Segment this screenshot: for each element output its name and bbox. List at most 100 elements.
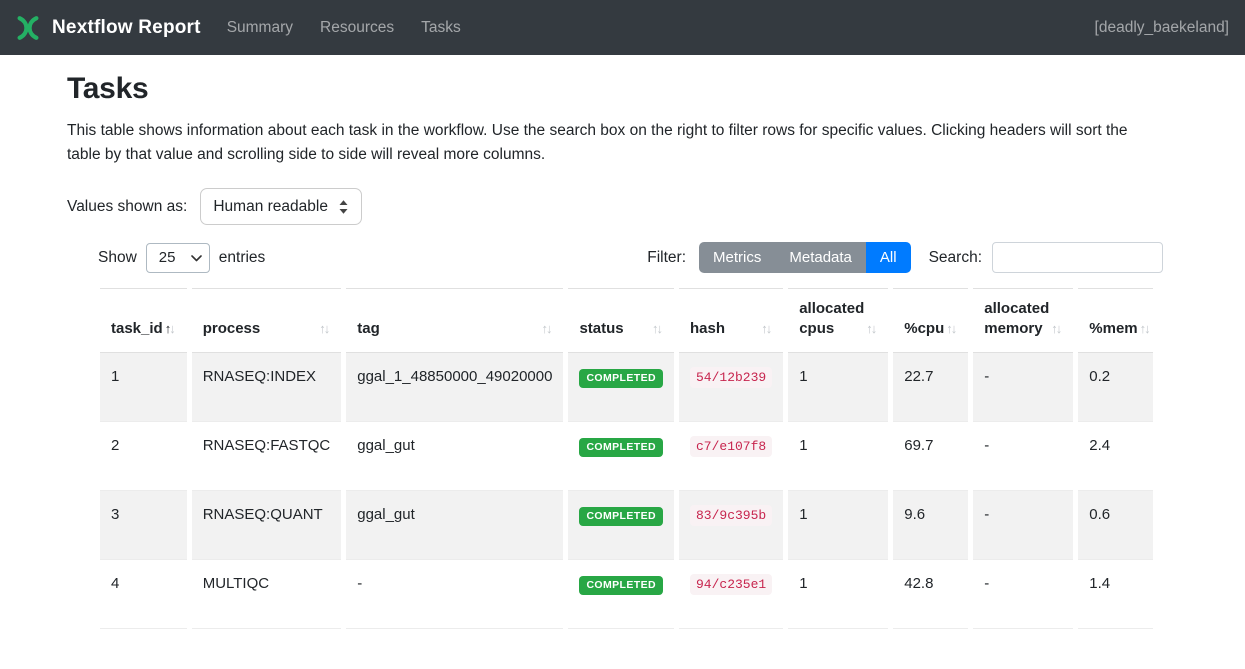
status-badge: COMPLETED — [579, 576, 663, 595]
column-header-process[interactable]: process↑↓ — [192, 288, 342, 353]
cell-tag: ggal_gut — [346, 422, 563, 491]
status-badge: COMPLETED — [579, 369, 663, 388]
cell-allocated_cpus: 1 — [788, 422, 888, 491]
cell-pmem: 0.6 — [1078, 491, 1153, 560]
cell-value: 2 — [111, 437, 119, 454]
cell-value: 9.6 — [904, 506, 925, 523]
table-row: 4MULTIQC-COMPLETED94/c235e1142.8-1.4571.… — [100, 560, 1153, 629]
filter-label: Filter: — [647, 249, 686, 267]
search-input[interactable] — [992, 242, 1163, 273]
chevron-down-icon — [191, 249, 202, 266]
filter-button-metadata[interactable]: Metadata — [775, 242, 866, 273]
cell-status: COMPLETED — [568, 491, 674, 560]
table-header-row: task_id↑↓process↑↓tag↑↓status↑↓hash↑↓all… — [100, 288, 1153, 353]
cell-allocated_cpus: 1 — [788, 560, 888, 629]
sort-icon: ↑↓ — [1051, 319, 1062, 339]
sort-icon: ↑↓ — [165, 319, 176, 339]
column-header-pcpu[interactable]: %cpu↑↓ — [893, 288, 968, 353]
hash-code: 54/12b239 — [690, 367, 772, 388]
table-row: 3 RNASEQ:QUANTggal_gut COMPLETED 83/9c395b 1… — [100, 491, 1153, 560]
cell-process: RNASEQ:FASTQC — [192, 422, 342, 491]
cell-allocated_cpus: 1 — [788, 353, 888, 422]
nav-item-tasks[interactable]: Tasks — [421, 19, 461, 37]
cell-value: 1 — [799, 506, 807, 523]
column-label: process — [203, 319, 261, 339]
nav-item-resources[interactable]: Resources — [320, 19, 394, 37]
cell-value: RNASEQ:INDEX — [203, 368, 316, 385]
cell-task_id: 1 — [100, 353, 187, 422]
cell-value: 0.2 — [1089, 368, 1110, 385]
cell-task_id: 2 — [100, 422, 187, 491]
column-header-allocated_cpus[interactable]: allocated cpus↑↓ — [788, 288, 888, 353]
cell-allocated_memory: - — [973, 491, 1073, 560]
column-header-task_id[interactable]: task_id↑↓ — [100, 288, 187, 353]
search-label: Search: — [929, 249, 982, 267]
column-label: status — [579, 319, 623, 339]
page-length-select[interactable]: 25 — [146, 243, 210, 273]
table-controls-row: Show 25 entries Filter: MetricsMetadataA… — [67, 242, 1163, 273]
filter-button-all[interactable]: All — [866, 242, 911, 273]
values-shown-select[interactable]: Human readable — [200, 188, 362, 225]
column-label: allocated cpus — [799, 299, 864, 339]
filter-button-group: MetricsMetadataAll — [699, 242, 911, 273]
column-header-pmem[interactable]: %mem↑↓ — [1078, 288, 1153, 353]
hash-code: 83/9c395b — [690, 505, 772, 526]
cell-value: - — [357, 575, 362, 592]
cell-pmem: 2.4 — [1078, 422, 1153, 491]
cell-pcpu: 42.8 — [893, 560, 968, 629]
cell-value: 22.7 — [904, 368, 933, 385]
hash-code: c7/e107f8 — [690, 436, 772, 457]
sort-icon: ↑↓ — [541, 319, 552, 339]
sort-icon: ↑↓ — [946, 319, 957, 339]
cell-hash: 54/12b239 — [679, 353, 783, 422]
cell-hash: 94/c235e1 — [679, 560, 783, 629]
run-name-badge: [deadly_baekeland] — [1095, 19, 1229, 37]
cell-allocated_cpus: 1 — [788, 491, 888, 560]
cell-hash: c7/e107f8 — [679, 422, 783, 491]
cell-value: - — [984, 437, 989, 454]
cell-pmem: 0.2 — [1078, 353, 1153, 422]
sort-icon: ↑↓ — [866, 319, 877, 339]
sort-icon: ↑↓ — [1140, 319, 1151, 339]
values-shown-selected-value: Human readable — [213, 198, 328, 216]
filter-button-metrics[interactable]: Metrics — [699, 242, 775, 273]
cell-allocated_memory: - — [973, 422, 1073, 491]
cell-pcpu: 69.7 — [893, 422, 968, 491]
column-header-tag[interactable]: tag↑↓ — [346, 288, 563, 353]
app-title[interactable]: Nextflow Report — [52, 17, 201, 39]
entries-label: entries — [219, 249, 266, 267]
cell-process: RNASEQ:INDEX — [192, 353, 342, 422]
column-label: allocated memory — [984, 299, 1049, 339]
column-label: %cpu — [904, 319, 944, 339]
cell-task_id: 4 — [100, 560, 187, 629]
cell-pmem: 1.4 — [1078, 560, 1153, 629]
nav-item-summary[interactable]: Summary — [227, 19, 293, 37]
nextflow-logo-icon — [14, 14, 42, 42]
cell-value: 3 — [111, 506, 119, 523]
navbar: Nextflow Report Summary Resources Tasks … — [0, 0, 1245, 55]
column-header-status[interactable]: status↑↓ — [568, 288, 674, 353]
cell-value: MULTIQC — [203, 575, 269, 592]
cell-process: RNASEQ:QUANT — [192, 491, 342, 560]
select-updown-icon — [338, 199, 349, 215]
column-header-allocated_memory[interactable]: allocated memory↑↓ — [973, 288, 1073, 353]
tasks-table: task_id↑↓process↑↓tag↑↓status↑↓hash↑↓all… — [95, 288, 1153, 629]
cell-value: 4 — [111, 575, 119, 592]
status-badge: COMPLETED — [579, 507, 663, 526]
values-shown-label: Values shown as: — [67, 198, 187, 216]
cell-value: 2.4 — [1089, 437, 1110, 454]
cell-tag: - — [346, 560, 563, 629]
table-row: 2RNASEQ:FASTQCggal_gutCOMPLETEDc7/e107f8… — [100, 422, 1153, 491]
show-label: Show — [98, 249, 137, 267]
sort-icon: ↑↓ — [761, 319, 772, 339]
cell-value: RNASEQ:FASTQC — [203, 437, 331, 454]
cell-value: - — [984, 575, 989, 592]
tasks-table-wrapper[interactable]: task_id↑↓process↑↓tag↑↓status↑↓hash↑↓all… — [95, 288, 1153, 629]
hash-code: 94/c235e1 — [690, 574, 772, 595]
cell-value: 0.6 — [1089, 506, 1110, 523]
cell-tag: ggal_gut — [346, 491, 563, 560]
cell-tag: ggal_1_48850000_49020000 — [346, 353, 563, 422]
cell-allocated_memory: - — [973, 353, 1073, 422]
cell-value: 1 — [111, 368, 119, 385]
column-header-hash[interactable]: hash↑↓ — [679, 288, 783, 353]
